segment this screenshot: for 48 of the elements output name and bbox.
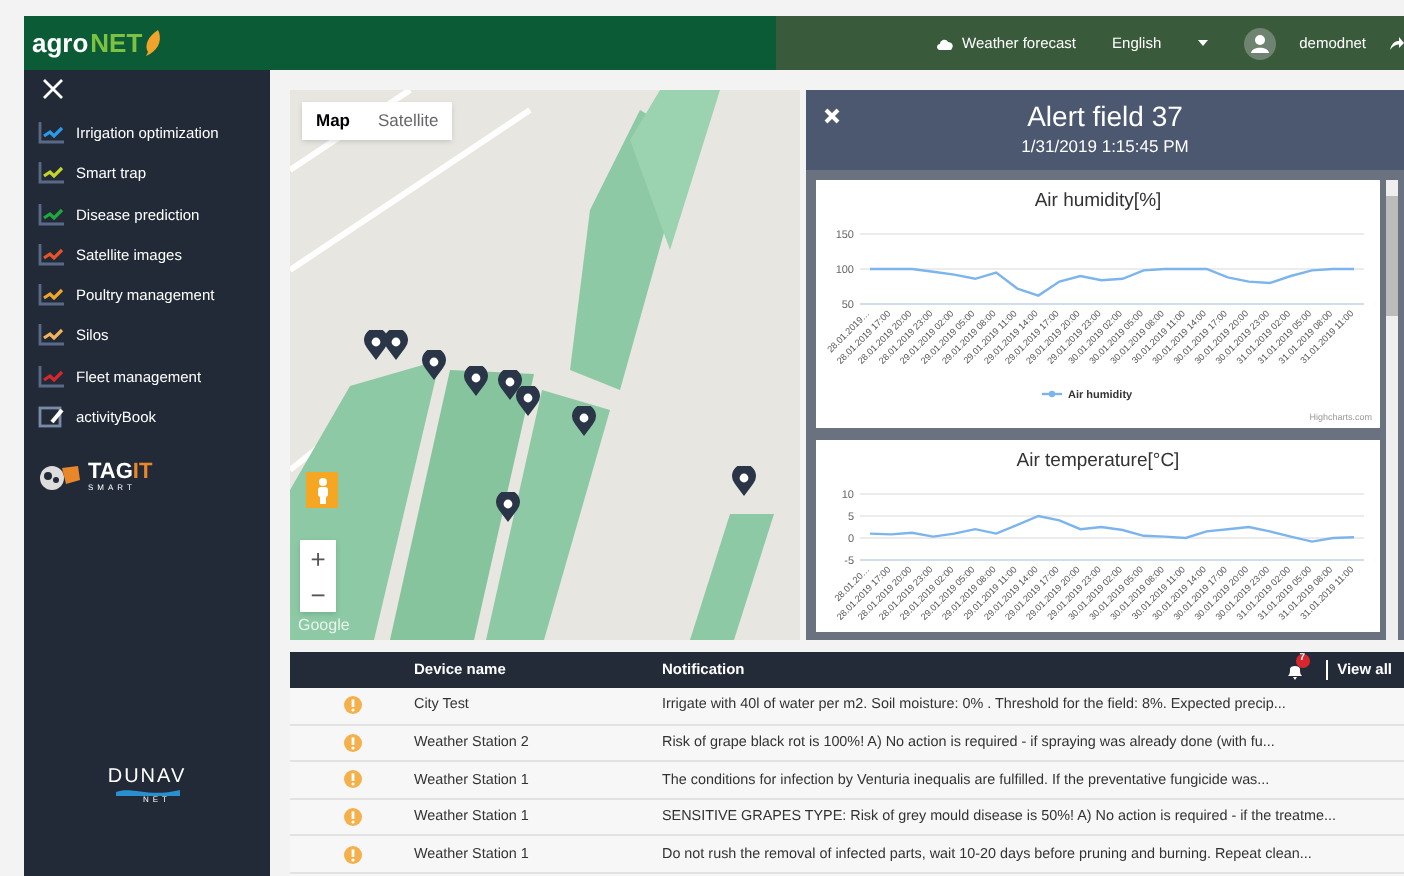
chart-title: Air humidity[%]: [1034, 190, 1162, 212]
scrollbar[interactable]: [1386, 180, 1398, 640]
line-chart-icon: [38, 324, 64, 347]
notebook-icon: [38, 405, 64, 428]
caret-icon: [1197, 40, 1208, 46]
warning-icon: [343, 696, 361, 715]
warning-icon: [343, 770, 361, 789]
alert-timestamp: 1/31/2019 1:15:45 PM: [1021, 134, 1189, 161]
cloud-icon: [936, 37, 955, 49]
map-attribution: Google: [298, 614, 350, 638]
map-pin-icon[interactable]: [464, 366, 488, 396]
map-pin-icon[interactable]: [498, 370, 522, 400]
line-chart-icon: [38, 203, 64, 226]
map-pin-icon[interactable]: [384, 330, 408, 360]
logo-text: agro: [32, 25, 89, 62]
share-icon[interactable]: [1390, 36, 1404, 50]
alert-title: Alert field 37: [1027, 99, 1183, 135]
line-chart-icon: [38, 162, 64, 185]
map-pin-icon[interactable]: [496, 492, 520, 522]
zoom-in-button[interactable]: +: [300, 540, 336, 576]
leaf-icon: [144, 30, 163, 56]
warning-icon: [343, 845, 361, 864]
map[interactable]: Map Satellite + − Google: [290, 90, 800, 640]
map-type-tab[interactable]: Map: [302, 102, 364, 140]
line-chart-icon: [38, 284, 64, 307]
chart-title: Air temperature[°C]: [1016, 450, 1180, 472]
person-icon: [315, 477, 329, 503]
zoom-out-button[interactable]: −: [300, 576, 336, 612]
bell-icon[interactable]: [1285, 661, 1304, 679]
logo-text: DUNAV: [107, 768, 187, 788]
line-chart-icon: [38, 243, 64, 266]
line-chart-icon: [38, 122, 64, 145]
logo-text: IT: [132, 461, 153, 483]
warning-icon: [343, 808, 361, 827]
map-pin-icon[interactable]: [364, 330, 388, 360]
wave-icon: [115, 788, 179, 796]
close-icon[interactable]: [42, 78, 64, 100]
logo-text: TAG: [88, 461, 133, 483]
close-icon[interactable]: [824, 108, 840, 124]
warning-icon: [343, 733, 361, 752]
map-type-tab[interactable]: Satellite: [364, 102, 453, 140]
logo-text: NET: [90, 25, 143, 62]
avatar-icon[interactable]: [1243, 27, 1276, 59]
line-chart-icon: [38, 365, 64, 388]
map-pin-icon[interactable]: [422, 350, 446, 380]
map-pin-icon[interactable]: [572, 406, 596, 436]
map-pin-icon[interactable]: [732, 466, 756, 496]
map-pin-icon[interactable]: [516, 386, 540, 416]
